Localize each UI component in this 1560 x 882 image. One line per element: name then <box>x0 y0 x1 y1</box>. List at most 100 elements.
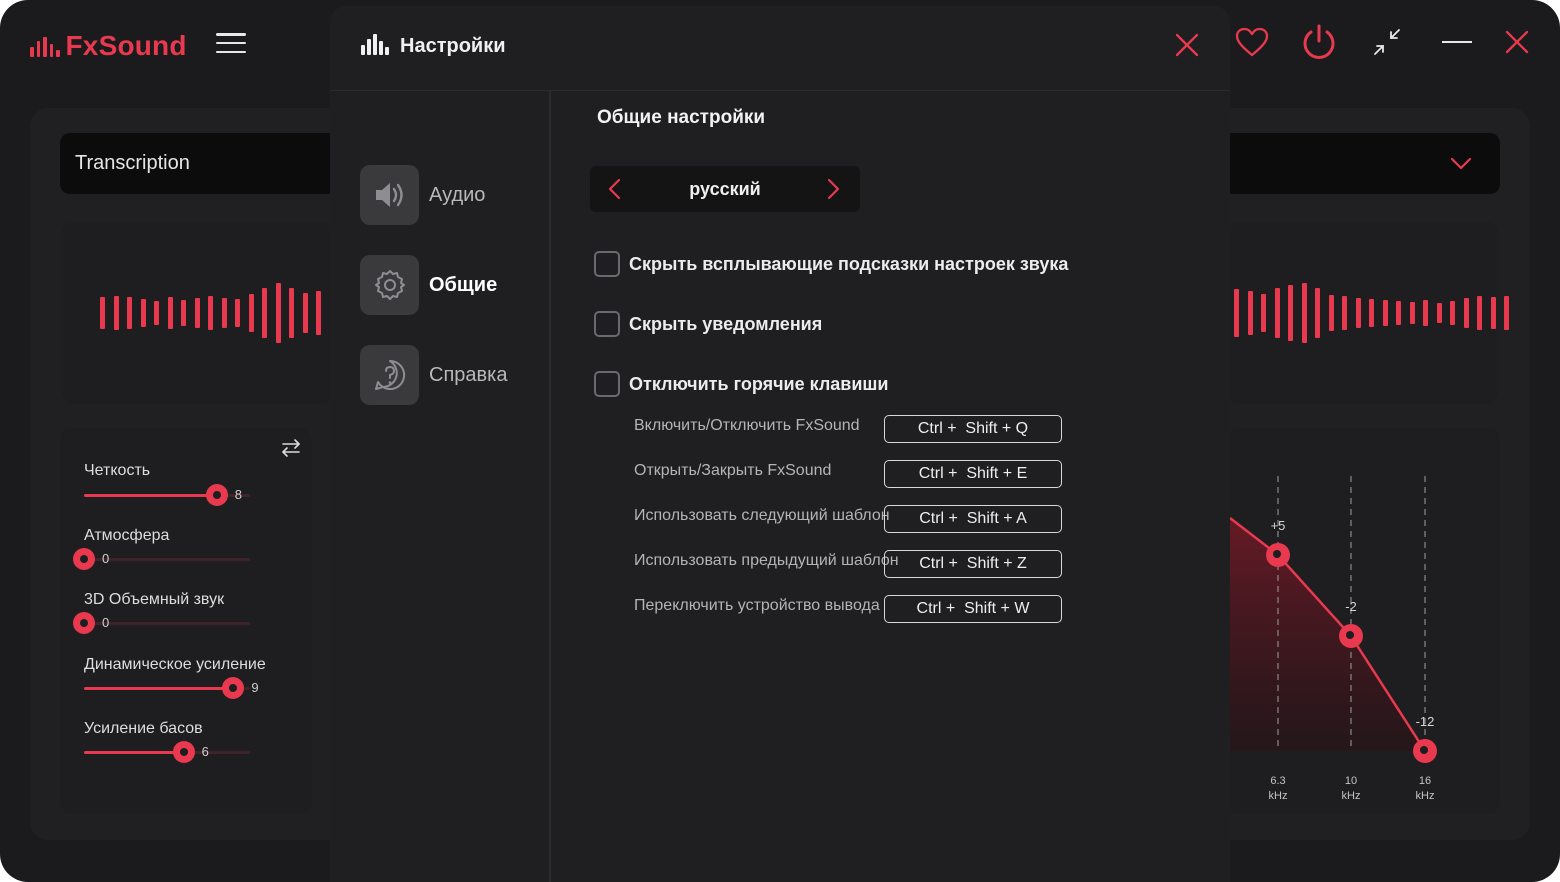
visualizer-bar <box>1355 298 1361 328</box>
swap-icon[interactable] <box>280 437 302 464</box>
effect-slider-handle[interactable] <box>172 741 195 763</box>
visualizer-bar <box>1463 298 1469 328</box>
effect-label: Четкость <box>84 462 151 479</box>
eq-band-frequency: 16 kHz <box>1405 774 1445 804</box>
visualizer-bar <box>1382 300 1388 326</box>
help-icon <box>360 345 419 405</box>
nav-item-help[interactable]: Справка <box>360 345 540 405</box>
effect-label: 3D Объемный звук <box>84 591 225 608</box>
settings-header: Настройки <box>360 32 506 61</box>
settings-title: Настройки <box>400 35 506 57</box>
eq-band-frequency: 6.3 kHz <box>1258 774 1298 804</box>
visualizer-bar <box>235 299 240 327</box>
power-icon[interactable] <box>1299 22 1339 62</box>
speaker-icon <box>360 165 419 225</box>
visualizer-bar <box>100 297 105 329</box>
settings-dialog <box>330 6 1230 882</box>
visualizer-bar <box>167 297 173 329</box>
effect-slider-handle[interactable] <box>73 612 95 634</box>
chevron-right-icon[interactable] <box>820 175 846 203</box>
hotkey-field[interactable]: Ctrl + Shift + E <box>884 460 1062 488</box>
visualizer-bar <box>1369 299 1374 327</box>
close-icon[interactable] <box>1497 22 1537 62</box>
disable-hotkeys-option[interactable]: Отключить горячие клавиши <box>594 371 888 397</box>
nav-label-help: Справка <box>429 363 508 386</box>
visualizer-bar <box>1247 291 1253 335</box>
gear-icon <box>360 255 419 315</box>
effect-slider-handle[interactable] <box>205 484 228 506</box>
hotkey-field[interactable]: Ctrl + Shift + A <box>884 505 1062 533</box>
nav-label-audio: Аудио <box>429 183 486 206</box>
chevron-down-icon[interactable] <box>1448 150 1474 181</box>
eq-band-handle[interactable] <box>1413 739 1437 763</box>
language-selector: русский <box>590 166 860 212</box>
visualizer-bar <box>154 301 159 325</box>
visualizer-bar <box>1288 285 1293 341</box>
visualizer-bar <box>302 293 308 333</box>
disable-hotkeys-label: Отключить горячие клавиши <box>629 373 889 394</box>
disable-hotkeys-checkbox[interactable] <box>594 371 620 397</box>
hide-tooltips-checkbox[interactable] <box>594 251 620 277</box>
effect-slider[interactable] <box>84 751 250 754</box>
eq-band-frequency-unit: kHz <box>1268 790 1288 802</box>
effect-value: 6 <box>201 744 209 759</box>
effect-value: 0 <box>102 551 110 566</box>
eq-band-gain: -12 <box>1415 714 1435 729</box>
eq-band-frequency-value: 16 <box>1418 775 1432 787</box>
minimize-view-icon[interactable] <box>1367 22 1407 62</box>
visualizer-bar <box>1436 303 1442 323</box>
hotkey-field[interactable]: Ctrl + Shift + W <box>884 595 1062 623</box>
visualizer-bar <box>113 296 119 330</box>
visualizer-bar <box>194 298 200 328</box>
eq-band-gain: -2 <box>1345 599 1357 614</box>
hotkey-field[interactable]: Ctrl + Shift + Z <box>884 550 1062 578</box>
heart-icon[interactable] <box>1232 22 1272 62</box>
visualizer-bar <box>181 300 186 326</box>
visualizer-bar <box>1328 295 1334 331</box>
preset-name: Transcription <box>75 152 190 174</box>
visualizer-bar <box>248 294 254 332</box>
menu-icon[interactable] <box>216 33 246 53</box>
eq-curve-fill <box>1230 518 1425 751</box>
visualizer-bar <box>1261 294 1266 332</box>
minimize-icon[interactable] <box>1436 22 1476 62</box>
effect-slider-fill <box>84 751 184 754</box>
effect-slider-fill <box>84 494 217 497</box>
nav-item-general[interactable]: Общие <box>360 255 540 315</box>
hotkey-label: Открыть/Закрыть FxSound <box>634 462 832 479</box>
hide-notifications-checkbox[interactable] <box>594 311 620 337</box>
visualizer-bar <box>221 298 227 328</box>
nav-item-audio[interactable]: Аудио <box>360 165 540 225</box>
visualizer-bar <box>1301 283 1307 343</box>
eq-band-frequency: 10 kHz <box>1331 774 1371 804</box>
effect-slider-handle[interactable] <box>73 548 95 570</box>
effect-slider-fill <box>84 687 234 690</box>
app-window: FxSound Transcription Четкость 8 Атмосфера… <box>0 0 1560 882</box>
eq-band-gain: +5 <box>1270 518 1286 533</box>
visualizer-bar <box>1477 296 1482 330</box>
close-settings-icon[interactable] <box>1170 28 1204 62</box>
visualizer-bar <box>1396 301 1401 325</box>
hide-notifications-option[interactable]: Скрыть уведомления <box>594 311 822 337</box>
hotkey-label: Включить/Отключить FxSound <box>634 417 860 434</box>
hotkey-field[interactable]: Ctrl + Shift + Q <box>884 415 1062 443</box>
header-divider <box>330 90 1230 91</box>
visualizer-bar <box>316 291 321 335</box>
hide-tooltips-option[interactable]: Скрыть всплывающие подсказки настроек зв… <box>594 251 1068 277</box>
logo-bars-icon <box>30 35 60 57</box>
effect-value: 8 <box>234 487 243 502</box>
section-title: Общие настройки <box>597 107 766 128</box>
eq-band-frequency-value: 6.3 <box>1270 775 1286 787</box>
eq-band-handle[interactable] <box>1266 543 1290 567</box>
eq-band-frequency-unit: kHz <box>1415 790 1435 802</box>
visualizer-bar <box>140 299 146 327</box>
eq-band-handle[interactable] <box>1339 624 1363 648</box>
audio-visualizer-right <box>1234 283 1509 343</box>
nav-label-general: Общие <box>429 273 498 296</box>
visualizer-bar <box>275 283 281 343</box>
effect-label: Усиление басов <box>84 720 203 737</box>
effect-value: 9 <box>251 680 259 695</box>
effect-label: Динамическое усиление <box>84 656 266 673</box>
visualizer-bar <box>208 296 213 330</box>
visualizer-bar <box>1234 289 1239 337</box>
